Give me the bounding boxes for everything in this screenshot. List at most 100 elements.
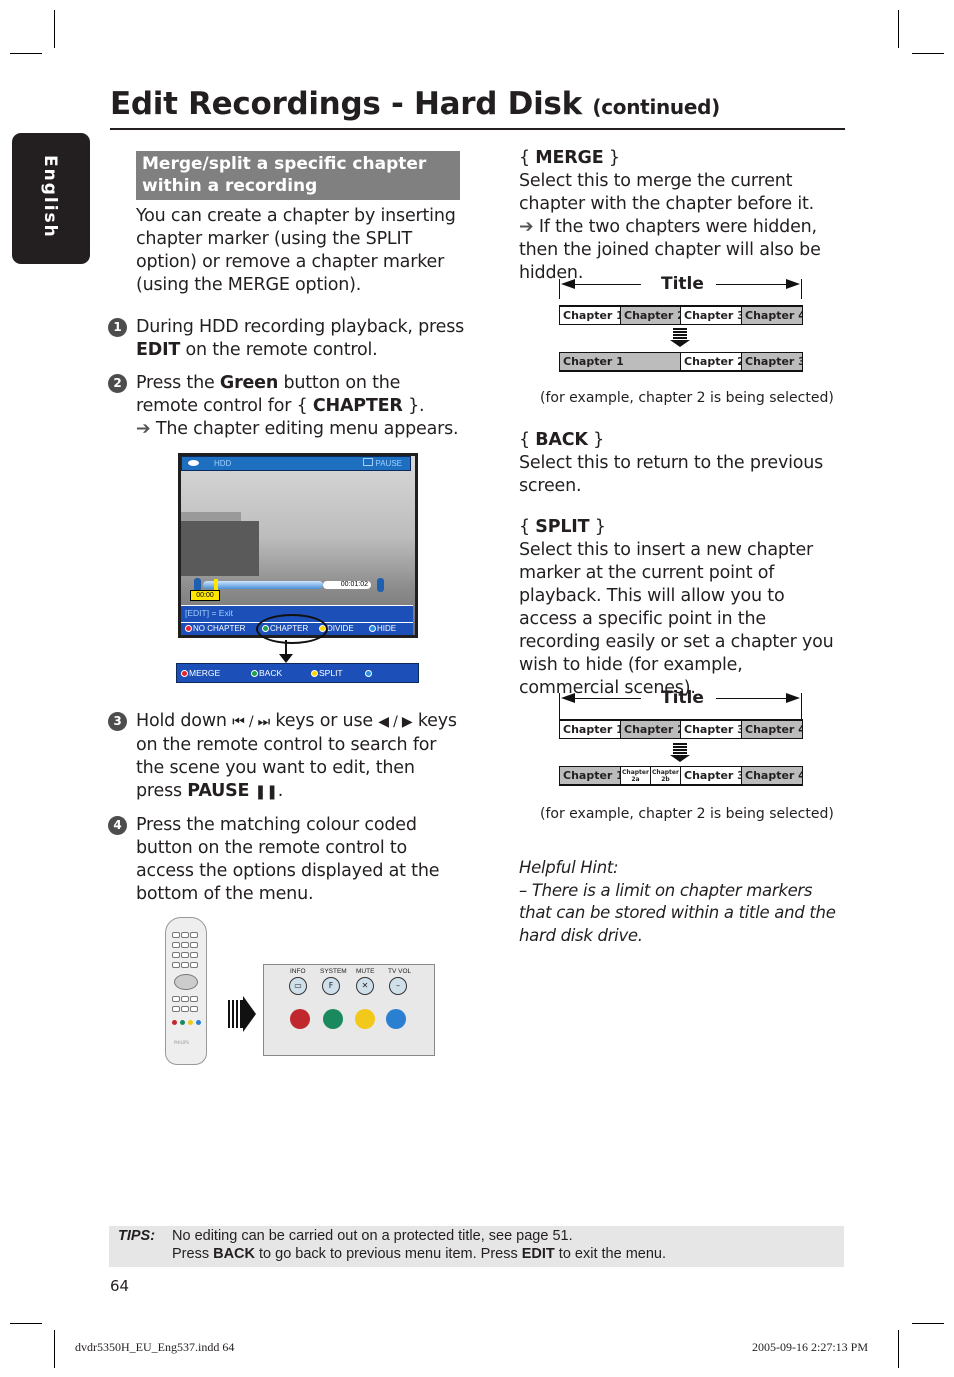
title-span-line — [716, 698, 786, 699]
tips-text: Press — [172, 1246, 214, 1262]
helpful-hint: Helpful Hint: – There is a limit on chap… — [519, 857, 849, 947]
chapter-cell: Chapter 3 — [681, 721, 742, 738]
panel-label-info: INFO — [290, 968, 306, 975]
system-button-icon: F — [322, 977, 340, 995]
key-edit: EDIT — [136, 340, 181, 360]
step-text: Hold down — [136, 711, 233, 731]
key-pause: PAUSE — [187, 781, 250, 801]
step-text: . — [277, 781, 284, 801]
option-hide[interactable]: HIDE — [369, 623, 396, 635]
result-arrow-icon: ➔ — [519, 217, 534, 237]
chapter-cell: Chapter 2 — [621, 721, 681, 738]
exit-hint: [EDIT] = Exit — [185, 608, 233, 618]
blue-dot-icon — [365, 670, 372, 677]
step-number: 2 — [108, 374, 127, 393]
merge-section: { MERGE } Select this to merge the curre… — [519, 147, 844, 285]
split-section: { SPLIT } Select this to insert a new ch… — [519, 516, 844, 700]
remote-button — [181, 962, 189, 968]
info-button-icon: ▭ — [289, 977, 307, 995]
step-result: The chapter editing menu appears. — [155, 419, 459, 439]
chapter-cell: Chapter 1 — [560, 721, 621, 738]
pause-icon: ❚❚ — [254, 784, 278, 800]
chapter-cell: Chapter 2a — [621, 767, 651, 784]
bracket-left — [559, 279, 560, 299]
key-edit: EDIT — [521, 1246, 555, 1262]
step-text: }. — [402, 396, 425, 416]
chapter-cell: Chapter 3 — [681, 307, 742, 324]
remote-closeup-panel: INFO SYSTEM MUTE TV VOL ▭ F ✕ – — [263, 964, 435, 1056]
option-no-chapter[interactable]: NO CHAPTER — [185, 623, 245, 635]
crop-mark — [898, 1330, 899, 1368]
bracket-right — [801, 693, 802, 719]
diagram-title: Title — [661, 688, 704, 708]
chapter-cell: Chapter 4 — [742, 721, 802, 738]
chapter-cell: Chapter 1 — [560, 307, 621, 324]
chapters-before-row: Chapter 1 Chapter 2 Chapter 3 Chapter 4 — [559, 719, 803, 739]
remote-button — [172, 962, 180, 968]
green-dot-icon — [251, 670, 258, 677]
slug-timestamp: 2005-09-16 2:27:13 PM — [752, 1340, 869, 1354]
hdd-icon — [188, 460, 199, 466]
option-chapter: CHAPTER — [312, 396, 403, 416]
progress-bar — [203, 581, 323, 589]
yellow-dot-icon — [311, 670, 318, 677]
slug-filename: dvdr5350H_EU_Eng537.indd 64 — [75, 1340, 235, 1354]
remote-button — [172, 932, 180, 938]
back-heading-text: BACK — [535, 430, 588, 450]
pause-icon — [363, 458, 374, 466]
crop-mark — [10, 1323, 42, 1324]
step-number: 4 — [108, 816, 127, 835]
step-number: 3 — [108, 712, 127, 731]
panel-label-system: SYSTEM — [320, 968, 347, 975]
merge-description: Select this to merge the current chapter… — [519, 171, 815, 214]
chapter-submenu-bar: MERGE BACK SPLIT — [176, 663, 419, 683]
tv-vol-button-icon: – — [389, 977, 407, 995]
tv-screen: 00:01:02 00:00 HDD PAUSE [EDIT] = Exit N… — [178, 453, 418, 638]
chapters-after-row: Chapter 1 Chapter 2a Chapter 2b Chapter 3 Chap… — [559, 766, 803, 786]
option-label: NO CHAPTER — [193, 624, 246, 633]
striped-arrow-icon — [228, 996, 256, 1032]
split-heading-text: SPLIT — [535, 517, 590, 537]
red-dot-icon — [185, 625, 192, 632]
tips-box: TIPS: No editing can be carried out on a… — [109, 1226, 844, 1267]
bracket-left — [559, 693, 560, 719]
remote-button — [172, 1006, 180, 1012]
submenu-split[interactable]: SPLIT — [311, 664, 343, 682]
submenu-merge[interactable]: MERGE — [181, 664, 220, 682]
step-text: keys or use — [270, 711, 379, 731]
remote-button — [190, 952, 198, 958]
green-button-icon — [323, 1009, 343, 1029]
back-heading: { BACK } — [519, 430, 605, 450]
submenu-back[interactable]: BACK — [251, 664, 282, 682]
step-4: 4 Press the matching colour coded button… — [108, 814, 466, 906]
tips-text: to exit the menu. — [554, 1246, 667, 1262]
bracket-right — [801, 279, 802, 299]
page-title-suffix: (continued) — [592, 95, 720, 119]
page-number: 64 — [110, 1277, 130, 1295]
crop-mark — [898, 10, 899, 48]
chapter-cell: Chapter 1 — [560, 353, 681, 370]
pause-status: PAUSE — [363, 457, 402, 470]
step-1: 1 During HDD recording playback, press E… — [108, 316, 466, 362]
remote-button — [172, 996, 180, 1002]
next-arrow-icon — [377, 578, 384, 592]
back-section: { BACK } Select this to return to the pr… — [519, 429, 844, 498]
total-time: 00:01:02 — [323, 581, 371, 589]
step-number: 1 — [108, 318, 127, 337]
section-heading: Merge/split a specific chapter within a … — [136, 151, 460, 200]
red-button-icon — [290, 1009, 310, 1029]
left-right-keys-icon: ◀ / ▶ — [378, 714, 413, 730]
merge-heading-text: MERGE — [535, 148, 604, 168]
merge-heading: { MERGE } — [519, 148, 620, 168]
remote-button — [181, 952, 189, 958]
chapters-after-row: Chapter 1 Chapter 2 Chapter 3 — [559, 352, 803, 372]
option-label: DIVIDE — [327, 624, 354, 633]
back-description: Select this to return to the previous sc… — [519, 453, 824, 496]
tips-text: to go back to previous menu item. Press — [254, 1246, 522, 1262]
panel-label-mute: MUTE — [356, 968, 375, 975]
title-span-line — [575, 698, 641, 699]
pause-label: PAUSE — [375, 459, 402, 468]
submenu-label: MERGE — [189, 668, 221, 678]
submenu-blue[interactable] — [365, 664, 373, 682]
blue-button-icon — [196, 1020, 201, 1025]
